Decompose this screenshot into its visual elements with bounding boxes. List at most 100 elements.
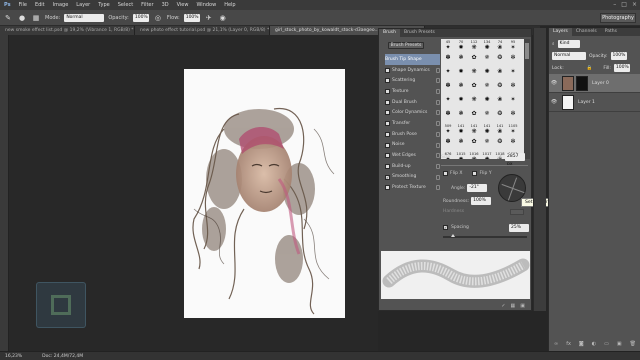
brush-tip-cell[interactable]: ✺: [482, 96, 492, 109]
menu-window[interactable]: Window: [192, 2, 220, 8]
menu-image[interactable]: Image: [49, 2, 73, 8]
spacing-field[interactable]: 25%: [509, 224, 529, 232]
brush-tip-cell[interactable]: ✺: [482, 68, 492, 81]
menu-edit[interactable]: Edit: [31, 2, 49, 8]
checkbox[interactable]: [385, 110, 390, 116]
opacity-field[interactable]: 100%: [132, 13, 149, 22]
grid-icon[interactable]: ▦: [511, 303, 516, 309]
brush-tip-cell[interactable]: 112 ❋: [469, 40, 479, 53]
spacing-checkbox[interactable]: ✓: [443, 225, 448, 230]
brush-tip-cell[interactable]: ✽: [443, 110, 453, 123]
brush-tip-cell[interactable]: ❋: [469, 96, 479, 109]
layer-name[interactable]: Layer 1: [578, 100, 595, 105]
eye-icon[interactable]: 👁: [549, 99, 559, 105]
adjustment-icon[interactable]: ◐: [592, 341, 596, 351]
checkbox[interactable]: [385, 185, 390, 191]
brush-tip-cell[interactable]: 74 ❀: [495, 40, 505, 53]
brush-tip-cell[interactable]: ❀: [495, 96, 505, 109]
link-icon[interactable]: ∞: [554, 341, 558, 351]
menu-3d[interactable]: 3D: [158, 2, 173, 8]
brush-preset-picker-icon[interactable]: ●: [17, 13, 27, 23]
menu-layer[interactable]: Layer: [72, 2, 94, 8]
menu-type[interactable]: Type: [94, 2, 113, 8]
mode-select[interactable]: Normal: [64, 13, 105, 22]
fx-icon[interactable]: fx: [566, 341, 571, 351]
hardness-field[interactable]: [510, 209, 524, 215]
brush-tip-cell[interactable]: ❋: [469, 68, 479, 81]
checkbox[interactable]: [385, 153, 390, 159]
checkbox[interactable]: [385, 67, 390, 73]
brush-presets-button[interactable]: Brush Presets: [388, 42, 424, 49]
checkbox[interactable]: [443, 171, 448, 176]
pressure-size-icon[interactable]: ◉: [218, 13, 228, 23]
scroll-thumb[interactable]: [525, 43, 529, 59]
brush-tip-cell[interactable]: ✶: [508, 68, 518, 81]
zoom-level[interactable]: 16,23%: [5, 354, 22, 359]
tab-layers[interactable]: Layers: [549, 28, 572, 36]
workspace-select[interactable]: Photography: [600, 13, 636, 23]
brush-tip-cell[interactable]: 141 ❋: [469, 124, 479, 137]
brush-tip-cell[interactable]: ✦: [443, 68, 453, 81]
kind-select[interactable]: Kind: [557, 40, 580, 48]
lock-icon[interactable]: [436, 110, 440, 116]
brush-tip-cell[interactable]: 70 ✸: [456, 40, 466, 53]
brush-tip-cell[interactable]: ❂: [495, 54, 505, 67]
spacing-slider[interactable]: [443, 234, 527, 238]
protect-texture-item[interactable]: Protect Texture: [385, 182, 440, 193]
trash-icon[interactable]: 🗑: [630, 341, 636, 351]
checkbox[interactable]: [385, 131, 390, 137]
new-layer-icon[interactable]: ▣: [617, 341, 622, 351]
toggle-proof-icon[interactable]: ✓: [501, 303, 505, 309]
brush-tip-cell[interactable]: ❃: [456, 110, 466, 123]
lock-icon[interactable]: [436, 185, 440, 191]
brush-tip-cell[interactable]: 134 ✺: [482, 40, 492, 53]
new-preset-icon[interactable]: ▣: [520, 303, 525, 309]
menu-filter[interactable]: Filter: [137, 2, 157, 8]
noise-item[interactable]: Noise: [385, 140, 440, 151]
scattering-item[interactable]: Scattering: [385, 75, 440, 86]
brush-tip-cell[interactable]: ❃: [456, 82, 466, 95]
maximize-button[interactable]: □: [621, 1, 627, 8]
smoothing-item[interactable]: ✓ Smoothing: [385, 172, 440, 183]
menu-view[interactable]: View: [173, 2, 193, 8]
brush-tip-cell[interactable]: ✵: [482, 82, 492, 95]
brush-tip-cell[interactable]: ✽: [443, 82, 453, 95]
lock-icon[interactable]: [436, 153, 440, 159]
fill-field[interactable]: 100%: [613, 64, 630, 72]
checkbox[interactable]: [385, 78, 390, 84]
brush-tip-cell[interactable]: ✵: [482, 110, 492, 123]
lock-icon[interactable]: [436, 174, 440, 180]
brush-tip-cell[interactable]: 1105 ✶: [508, 124, 518, 137]
brush-tip-cell[interactable]: ❂: [495, 138, 505, 151]
size-field[interactable]: 2857 px: [505, 153, 525, 167]
checkbox[interactable]: [472, 171, 478, 176]
brush-tip-cell[interactable]: ✵: [482, 54, 492, 67]
airbrush-icon[interactable]: ✈: [204, 13, 214, 23]
brush-tip-cell[interactable]: ✽: [443, 138, 453, 151]
transfer-item[interactable]: Transfer: [385, 118, 440, 129]
lock-icon[interactable]: [436, 131, 440, 137]
brush-tip-grid[interactable]: 45 ✦ 70 ✸ 112 ❋ 134 ✺ 74 ❀ 95 ✶ ✽ ❃ ✿ ✵ ❂ ✻ ✦ ✸ ❋ ✺ ❀ ✶ ✽ ❃ ✿ ✵ ❂ ✻ ✦ ✸…: [441, 39, 524, 159]
brush-tip-cell[interactable]: 509 ✦: [443, 124, 453, 137]
brush-tip-cell[interactable]: ✶: [508, 96, 518, 109]
lock-icon[interactable]: 🔒: [587, 66, 593, 71]
slider-handle[interactable]: [451, 234, 455, 237]
brush-tip-cell[interactable]: ✻: [508, 138, 518, 151]
menu-file[interactable]: File: [15, 2, 31, 8]
doc-tab-smoke[interactable]: new smoke effect list.psd @ 19,2% (Vibra…: [0, 26, 135, 35]
brush-tip-cell[interactable]: ✿: [469, 110, 479, 123]
brush-grid-scrollbar[interactable]: [524, 39, 530, 159]
brush-tip-cell[interactable]: ✿: [469, 54, 479, 67]
texture-item[interactable]: Texture: [385, 86, 440, 97]
tab-paths[interactable]: Paths: [601, 28, 621, 36]
flow-field[interactable]: 100%: [183, 13, 200, 22]
brush-tip-cell[interactable]: ❃: [456, 54, 466, 67]
brush-tip-cell[interactable]: 141 ❀: [495, 124, 505, 137]
checkbox[interactable]: [385, 99, 390, 105]
checkbox[interactable]: [385, 163, 390, 169]
brush-tip-cell[interactable]: 141 ✸: [456, 124, 466, 137]
menu-help[interactable]: Help: [220, 2, 239, 8]
checkbox[interactable]: [385, 89, 390, 95]
roundness-field[interactable]: 100%: [471, 197, 492, 205]
tab-brush[interactable]: Brush: [379, 29, 400, 37]
